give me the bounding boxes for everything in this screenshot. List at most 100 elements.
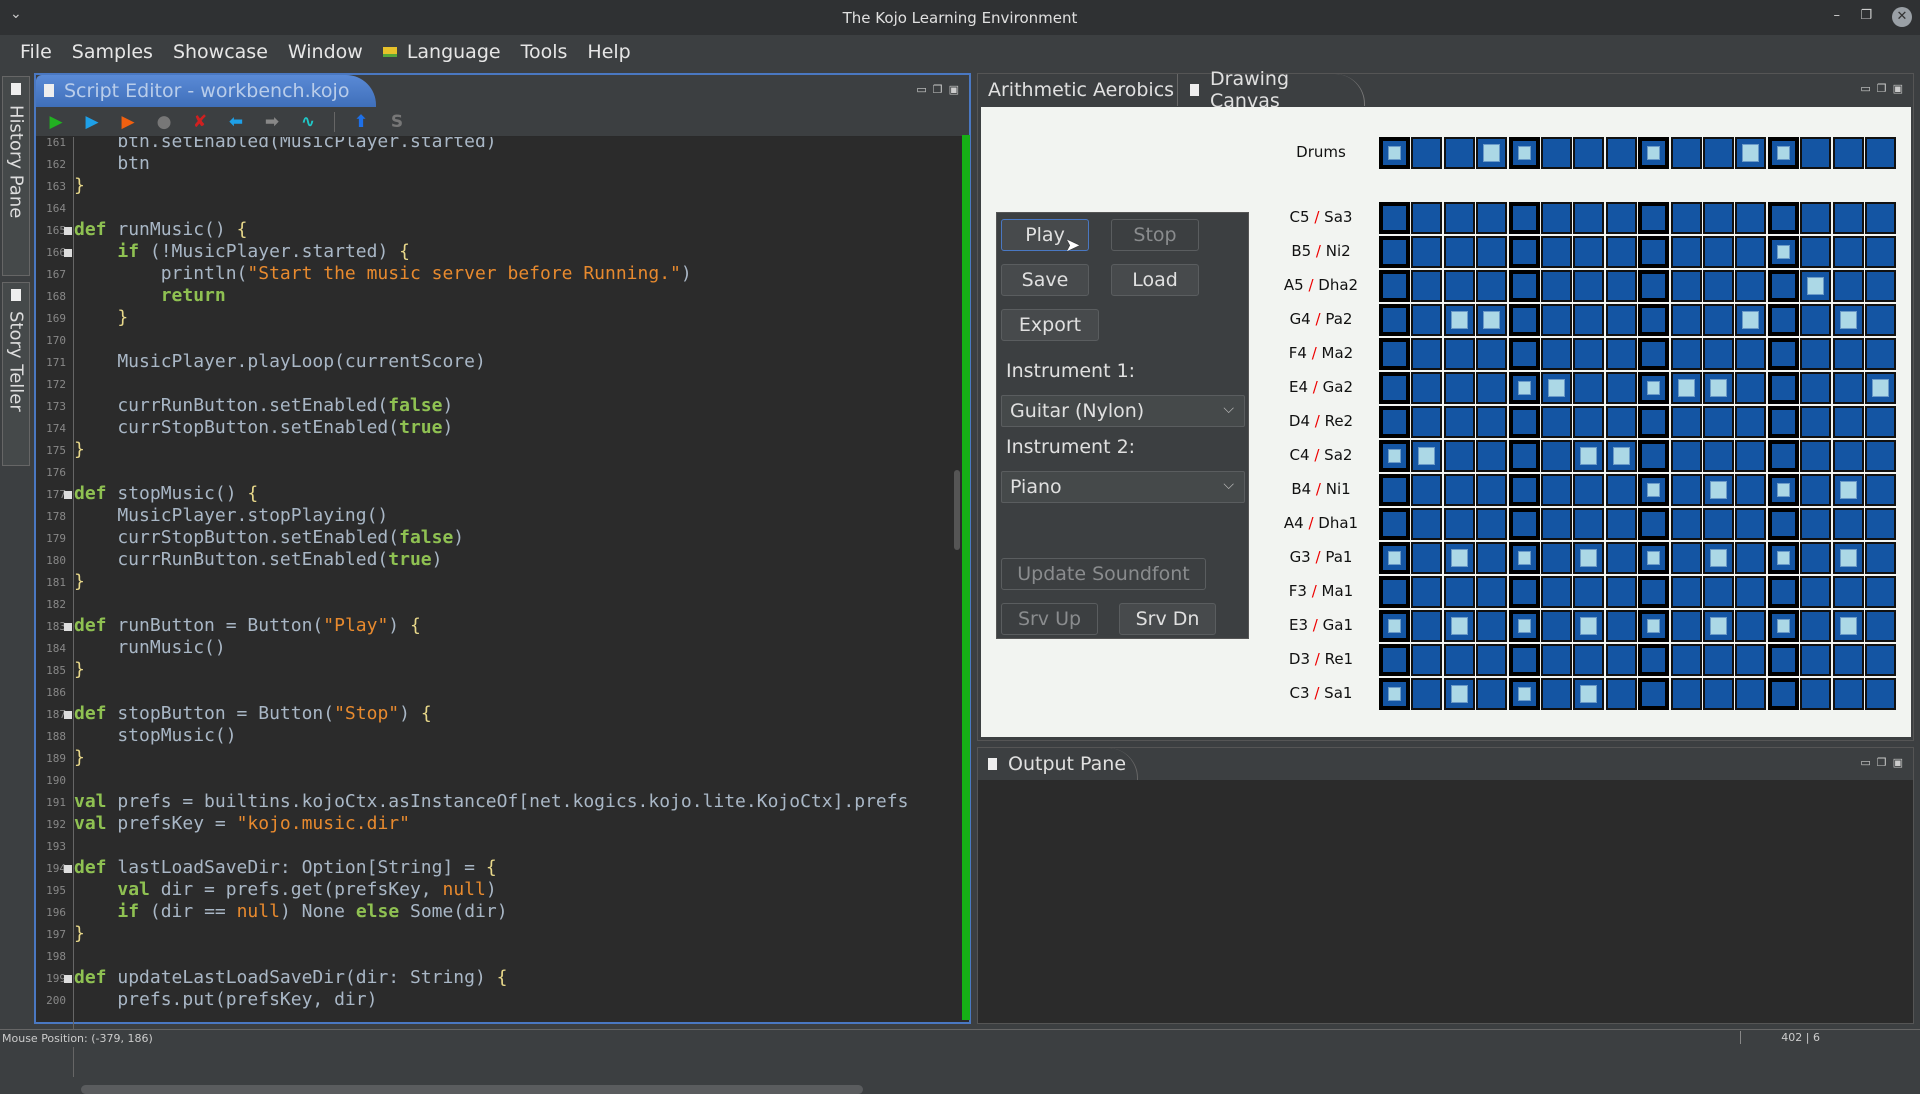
note-cell[interactable] [1541, 610, 1572, 642]
note-cell[interactable] [1638, 508, 1670, 540]
note-cell[interactable] [1800, 678, 1832, 710]
note-cell[interactable] [1476, 270, 1508, 302]
drum-cell[interactable] [1638, 137, 1670, 169]
note-cell[interactable] [1476, 202, 1508, 234]
note-cell[interactable] [1508, 372, 1540, 404]
note-cell[interactable] [1735, 542, 1767, 574]
note-cell[interactable] [1670, 678, 1702, 710]
note-cell[interactable] [1735, 576, 1767, 608]
drum-cell[interactable] [1476, 137, 1508, 169]
vertical-scrollbar[interactable] [954, 470, 960, 550]
fold-toggle-icon[interactable] [64, 865, 72, 873]
note-cell[interactable] [1541, 542, 1572, 574]
note-cell[interactable] [1411, 440, 1443, 472]
tab-arithmetic-aerobics[interactable]: Arithmetic Aerobics [978, 74, 1178, 106]
drum-cell[interactable] [1670, 137, 1702, 169]
note-cell[interactable] [1735, 508, 1767, 540]
note-cell[interactable] [1703, 508, 1734, 540]
note-cell[interactable] [1735, 270, 1767, 302]
menu-file[interactable]: File [10, 41, 62, 63]
note-cell[interactable] [1541, 406, 1572, 438]
drum-cell[interactable] [1379, 137, 1410, 169]
note-cell[interactable] [1541, 270, 1572, 302]
note-cell[interactable] [1735, 202, 1767, 234]
drum-cell[interactable] [1800, 137, 1832, 169]
note-cell[interactable] [1573, 542, 1605, 574]
note-cell[interactable] [1605, 202, 1637, 234]
note-cell[interactable] [1476, 508, 1508, 540]
note-cell[interactable] [1541, 644, 1572, 676]
note-cell[interactable] [1476, 542, 1508, 574]
note-cell[interactable] [1411, 576, 1443, 608]
note-cell[interactable] [1476, 236, 1508, 268]
note-cell[interactable] [1573, 508, 1605, 540]
note-cell[interactable] [1832, 304, 1864, 336]
note-cell[interactable] [1865, 644, 1896, 676]
note-cell[interactable] [1541, 372, 1572, 404]
note-cell[interactable] [1703, 440, 1734, 472]
note-cell[interactable] [1541, 474, 1572, 506]
note-cell[interactable] [1573, 440, 1605, 472]
note-cell[interactable] [1670, 406, 1702, 438]
note-cell[interactable] [1865, 678, 1896, 710]
note-cell[interactable] [1703, 338, 1734, 370]
menu-showcase[interactable]: Showcase [163, 41, 278, 63]
note-cell[interactable] [1443, 644, 1475, 676]
note-cell[interactable] [1800, 610, 1832, 642]
note-cell[interactable] [1573, 576, 1605, 608]
note-cell[interactable] [1605, 508, 1637, 540]
panel-window-buttons[interactable]: ▭❐▣ [1860, 756, 1909, 769]
note-cell[interactable] [1508, 576, 1540, 608]
note-cell[interactable] [1508, 440, 1540, 472]
note-cell[interactable] [1800, 576, 1832, 608]
note-cell[interactable] [1638, 270, 1670, 302]
note-cell[interactable] [1703, 610, 1734, 642]
note-cell[interactable] [1767, 338, 1799, 370]
panel-window-buttons[interactable]: ▭❐▣ [916, 83, 965, 96]
close-icon[interactable]: ✕ [1892, 7, 1912, 27]
note-cell[interactable] [1605, 270, 1637, 302]
note-cell[interactable] [1800, 440, 1832, 472]
note-cell[interactable] [1379, 406, 1410, 438]
note-cell[interactable] [1573, 644, 1605, 676]
note-cell[interactable] [1832, 338, 1864, 370]
note-cell[interactable] [1703, 542, 1734, 574]
note-cell[interactable] [1865, 236, 1896, 268]
drawing-canvas[interactable]: Play Stop Save Load Export Instrument 1:… [981, 107, 1911, 737]
note-cell[interactable] [1411, 372, 1443, 404]
note-cell[interactable] [1411, 508, 1443, 540]
note-cell[interactable] [1443, 236, 1475, 268]
note-cell[interactable] [1735, 474, 1767, 506]
note-cell[interactable] [1703, 474, 1734, 506]
note-cell[interactable] [1703, 406, 1734, 438]
drum-cell[interactable] [1443, 137, 1475, 169]
check-icon[interactable]: ✘ [190, 112, 210, 132]
note-cell[interactable] [1638, 406, 1670, 438]
note-cell[interactable] [1379, 644, 1410, 676]
note-cell[interactable] [1832, 474, 1864, 506]
note-cell[interactable] [1800, 406, 1832, 438]
note-cell[interactable] [1670, 440, 1702, 472]
note-cell[interactable] [1832, 644, 1864, 676]
note-cell[interactable] [1443, 542, 1475, 574]
note-cell[interactable] [1735, 644, 1767, 676]
note-cell[interactable] [1767, 644, 1799, 676]
note-cell[interactable] [1476, 474, 1508, 506]
note-cell[interactable] [1865, 440, 1896, 472]
note-cell[interactable] [1541, 236, 1572, 268]
note-cell[interactable] [1508, 270, 1540, 302]
fold-toggle-icon[interactable] [64, 711, 72, 719]
note-cell[interactable] [1476, 440, 1508, 472]
note-cell[interactable] [1443, 576, 1475, 608]
note-cell[interactable] [1379, 678, 1410, 710]
note-cell[interactable] [1508, 678, 1540, 710]
note-cell[interactable] [1605, 610, 1637, 642]
trace-icon[interactable]: ▶ [118, 112, 138, 132]
note-cell[interactable] [1443, 474, 1475, 506]
note-cell[interactable] [1865, 406, 1896, 438]
note-cell[interactable] [1767, 406, 1799, 438]
note-cell[interactable] [1800, 236, 1832, 268]
note-cell[interactable] [1605, 474, 1637, 506]
note-cell[interactable] [1379, 372, 1410, 404]
note-cell[interactable] [1605, 542, 1637, 574]
